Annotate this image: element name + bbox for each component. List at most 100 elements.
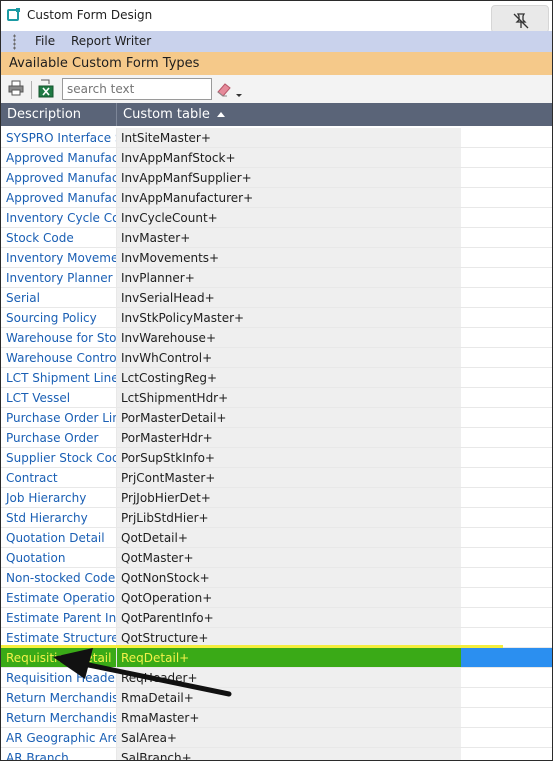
table-row[interactable]: Serial InvSerialHead+ (1, 288, 552, 308)
description-cell[interactable]: AR Geographic Area (1, 728, 117, 748)
custom-table-cell[interactable]: PorSupStkInfo+ (117, 448, 461, 468)
column-header-description[interactable]: Description (1, 103, 117, 126)
description-cell[interactable]: Contract (1, 468, 117, 488)
description-cell[interactable]: Estimate Operation (1, 588, 117, 608)
print-button[interactable] (7, 79, 27, 99)
description-cell[interactable]: Quotation Detail (1, 528, 117, 548)
table-row[interactable]: Supplier Stock Code PorSupStkInfo+ (1, 448, 552, 468)
table-row[interactable]: Stock Code InvMaster+ (1, 228, 552, 248)
clear-search-button[interactable] (215, 80, 245, 100)
custom-table-cell[interactable]: RmaDetail+ (117, 688, 461, 708)
table-row[interactable]: SYSPRO Interface S...IntSiteMaster+ (1, 128, 552, 148)
table-row[interactable]: LCT Vessel LctShipmentHdr+ (1, 388, 552, 408)
custom-table-cell[interactable]: QotParentInfo+ (117, 608, 461, 628)
table-row[interactable]: Quotation QotMaster+ (1, 548, 552, 568)
table-row[interactable]: Purchase Order Line PorMasterDetail+ (1, 408, 552, 428)
table-row[interactable]: LCT Shipment Line LctCostingReg+ (1, 368, 552, 388)
description-cell[interactable]: Inventory Moveme... (1, 248, 117, 268)
custom-table-cell[interactable]: RmaMaster+ (117, 708, 461, 728)
table-row[interactable]: Approved Manufac...InvAppManufacturer+ (1, 188, 552, 208)
menu-file[interactable]: File (35, 34, 55, 48)
menu-grip-icon[interactable] (13, 34, 16, 50)
description-cell[interactable]: SYSPRO Interface S... (1, 128, 117, 148)
description-cell[interactable]: Requisition Header (1, 668, 117, 688)
custom-table-cell[interactable]: InvAppManfStock+ (117, 148, 461, 168)
custom-table-cell[interactable]: InvSerialHead+ (117, 288, 461, 308)
column-header-custom-table[interactable]: Custom table (117, 103, 461, 126)
description-cell[interactable]: LCT Vessel (1, 388, 117, 408)
table-row[interactable]: AR Branch SalBranch+ (1, 748, 552, 760)
description-cell[interactable]: AR Branch (1, 748, 117, 760)
custom-table-cell[interactable]: SalBranch+ (117, 748, 461, 760)
description-cell[interactable]: Estimate Parent Inf... (1, 608, 117, 628)
table-row[interactable]: Estimate Operation QotOperation+ (1, 588, 552, 608)
table-row[interactable]: Estimate Parent Inf...QotParentInfo+ (1, 608, 552, 628)
unpin-button[interactable] (491, 5, 549, 33)
custom-table-cell[interactable]: InvAppManufacturer+ (117, 188, 461, 208)
custom-table-cell[interactable]: LctShipmentHdr+ (117, 388, 461, 408)
table-row[interactable]: Warehouse Control InvWhControl+ (1, 348, 552, 368)
description-cell[interactable]: Return Merchandis... (1, 708, 117, 728)
custom-table-cell[interactable]: QotMaster+ (117, 548, 461, 568)
table-row[interactable]: Sourcing Policy InvStkPolicyMaster+ (1, 308, 552, 328)
table-row[interactable]: Requisition Header ReqHeader+ (1, 668, 552, 688)
custom-table-cell[interactable]: QotNonStock+ (117, 568, 461, 588)
custom-table-cell[interactable]: PrjJobHierDet+ (117, 488, 461, 508)
custom-table-cell[interactable]: ReqDetail+ (117, 648, 461, 668)
custom-table-cell[interactable]: IntSiteMaster+ (117, 128, 461, 148)
custom-table-cell[interactable]: InvMaster+ (117, 228, 461, 248)
custom-table-cell[interactable]: InvMovements+ (117, 248, 461, 268)
description-cell[interactable]: Stock Code (1, 228, 117, 248)
custom-table-cell[interactable]: InvStkPolicyMaster+ (117, 308, 461, 328)
table-row[interactable]: Job Hierarchy PrjJobHierDet+ (1, 488, 552, 508)
menu-report-writer[interactable]: Report Writer (71, 34, 151, 48)
custom-table-cell[interactable]: PrjLibStdHier+ (117, 508, 461, 528)
description-cell[interactable]: Non-stocked Code (1, 568, 117, 588)
table-row[interactable]: Return Merchandis...RmaDetail+ (1, 688, 552, 708)
custom-table-cell[interactable]: InvPlanner+ (117, 268, 461, 288)
description-cell[interactable]: Requisition Detail (1, 648, 117, 668)
custom-table-cell[interactable]: QotOperation+ (117, 588, 461, 608)
table-row[interactable]: Requisition Detail ReqDetail+ (1, 645, 552, 668)
description-cell[interactable]: Purchase Order Line (1, 408, 117, 428)
description-cell[interactable]: LCT Shipment Line (1, 368, 117, 388)
custom-table-cell[interactable]: SalArea+ (117, 728, 461, 748)
search-input[interactable] (62, 78, 212, 100)
description-cell[interactable]: Quotation (1, 548, 117, 568)
description-cell[interactable]: Approved Manufac... (1, 148, 117, 168)
custom-table-cell[interactable]: InvCycleCount+ (117, 208, 461, 228)
description-cell[interactable]: Return Merchandis... (1, 688, 117, 708)
description-cell[interactable]: Sourcing Policy (1, 308, 117, 328)
table-row[interactable]: Std Hierarchy PrjLibStdHier+ (1, 508, 552, 528)
description-cell[interactable]: Approved Manufac... (1, 188, 117, 208)
table-row[interactable]: Non-stocked Code QotNonStock+ (1, 568, 552, 588)
custom-table-cell[interactable]: InvWhControl+ (117, 348, 461, 368)
custom-table-cell[interactable]: ReqHeader+ (117, 668, 461, 688)
custom-table-cell[interactable]: LctCostingReg+ (117, 368, 461, 388)
table-row[interactable]: Contract PrjContMaster+ (1, 468, 552, 488)
description-cell[interactable]: Warehouse for Sto... (1, 328, 117, 348)
custom-table-cell[interactable]: InvWarehouse+ (117, 328, 461, 348)
custom-table-cell[interactable]: PrjContMaster+ (117, 468, 461, 488)
description-cell[interactable]: Inventory Cycle Co... (1, 208, 117, 228)
table-row[interactable]: Approved Manufac...InvAppManfSupplier+ (1, 168, 552, 188)
description-cell[interactable]: Inventory Planner (1, 268, 117, 288)
table-row[interactable]: Inventory Planner InvPlanner+ (1, 268, 552, 288)
table-row[interactable]: Warehouse for Sto... InvWarehouse+ (1, 328, 552, 348)
description-cell[interactable]: Serial (1, 288, 117, 308)
table-row[interactable]: Inventory Cycle Co...InvCycleCount+ (1, 208, 552, 228)
description-cell[interactable]: Std Hierarchy (1, 508, 117, 528)
description-cell[interactable]: Job Hierarchy (1, 488, 117, 508)
description-cell[interactable]: Approved Manufac... (1, 168, 117, 188)
description-cell[interactable]: Purchase Order (1, 428, 117, 448)
custom-table-cell[interactable]: PorMasterHdr+ (117, 428, 461, 448)
table-row[interactable]: Purchase Order PorMasterHdr+ (1, 428, 552, 448)
description-cell[interactable]: Warehouse Control (1, 348, 117, 368)
description-cell[interactable]: Supplier Stock Code (1, 448, 117, 468)
table-row[interactable]: AR Geographic Area SalArea+ (1, 728, 552, 748)
export-excel-button[interactable] (37, 79, 57, 99)
table-row[interactable]: Approved Manufac...InvAppManfStock+ (1, 148, 552, 168)
custom-table-cell[interactable]: QotDetail+ (117, 528, 461, 548)
table-row[interactable]: Quotation Detail QotDetail+ (1, 528, 552, 548)
table-row[interactable]: Return Merchandis...RmaMaster+ (1, 708, 552, 728)
